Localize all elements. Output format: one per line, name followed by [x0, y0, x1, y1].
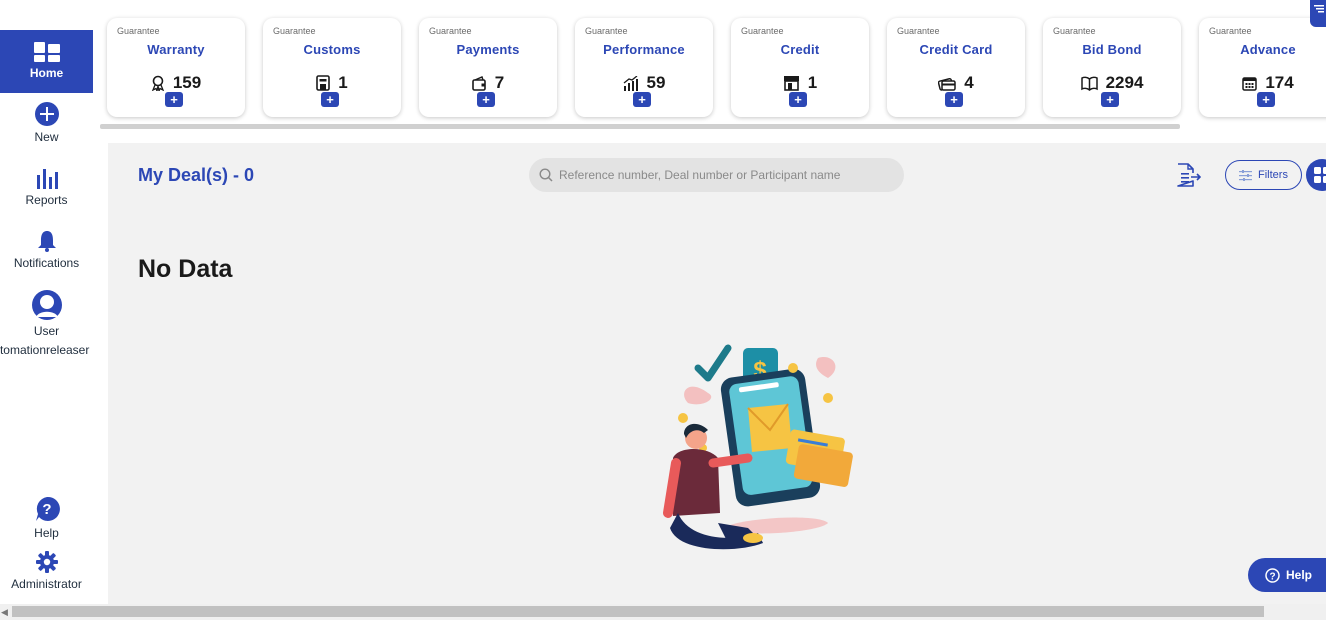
bar-chart-icon: [36, 169, 58, 189]
add-credit-button[interactable]: +: [789, 92, 807, 107]
sidebar-item-label: Home: [29, 66, 64, 80]
card-kind: Guarantee: [117, 26, 160, 36]
menu-toggle-button[interactable]: [1310, 0, 1326, 27]
sidebar-item-label: Help: [34, 526, 59, 540]
card-count: 59: [646, 73, 666, 92]
guarantee-card-credit-card[interactable]: Guarantee Credit Card 4 +: [887, 18, 1025, 117]
card-title: Credit: [780, 42, 820, 57]
card-title: Customs: [303, 42, 361, 57]
card-title: Performance: [603, 42, 685, 57]
username-label: automationreleaser: [0, 343, 90, 357]
add-credit-card-button[interactable]: +: [945, 92, 963, 107]
help-button-label: Help: [1286, 568, 1313, 582]
sidebar-item-label: Notifications: [13, 256, 80, 270]
app-page: Home New Reports Notifications User auto…: [0, 0, 1326, 620]
empty-state-text: No Data: [138, 255, 233, 283]
sidebar-item-user[interactable]: User automationreleaser: [0, 290, 93, 357]
sidebar: Home New Reports Notifications User auto…: [0, 0, 93, 604]
book-icon: [1080, 76, 1098, 91]
award-icon: [151, 75, 164, 91]
guarantee-card-payments[interactable]: Guarantee Payments 7 +: [419, 18, 557, 117]
sidebar-item-administrator[interactable]: Administrator: [0, 551, 93, 591]
guarantee-card-bid-bond[interactable]: Guarantee Bid Bond 2294 +: [1043, 18, 1181, 117]
search-input[interactable]: [559, 158, 889, 192]
sidebar-item-reports[interactable]: Reports: [0, 167, 93, 207]
card-count: 1: [807, 73, 818, 92]
calendar-icon: [1242, 76, 1258, 91]
plus-circle-icon: [34, 102, 59, 126]
wallet-icon: [471, 75, 486, 91]
card-count: 4: [964, 73, 974, 92]
export-icon[interactable]: [1175, 162, 1201, 188]
scroll-left-icon[interactable]: ◀: [1, 607, 8, 618]
card-kind: Guarantee: [897, 26, 940, 36]
card-title: Credit Card: [919, 42, 993, 57]
sidebar-item-label: Reports: [25, 193, 68, 207]
empty-state-illustration: $: [663, 344, 853, 550]
card-kind: Guarantee: [1053, 26, 1096, 36]
card-count: 1: [338, 73, 348, 92]
growth-chart-icon: [623, 75, 638, 91]
sidebar-item-home[interactable]: Home: [0, 30, 93, 93]
help-icon: ?: [35, 496, 60, 521]
filter-icon: [1239, 169, 1253, 181]
guarantee-card-customs[interactable]: Guarantee Customs 1 +: [263, 18, 401, 117]
sidebar-item-label: Administrator: [11, 577, 82, 591]
page-title: My Deal(s) - 0: [138, 165, 255, 185]
user-icon: [31, 290, 62, 320]
add-performance-button[interactable]: +: [633, 92, 651, 107]
cards-icon: [938, 77, 957, 91]
scrollbar-thumb[interactable]: [12, 606, 1264, 617]
horizontal-scrollbar[interactable]: ◀: [0, 604, 1326, 620]
card-count: 2294: [1105, 73, 1144, 92]
add-warranty-button[interactable]: +: [165, 92, 183, 107]
guarantee-card-credit[interactable]: Guarantee Credit 1 +: [731, 18, 869, 117]
card-title: Bid Bond: [1082, 42, 1142, 57]
bell-icon: [37, 231, 56, 252]
store-icon: [783, 76, 799, 91]
card-count: 159: [172, 73, 202, 92]
search-bar[interactable]: [529, 158, 904, 192]
card-kind: Guarantee: [273, 26, 316, 36]
card-kind: Guarantee: [1209, 26, 1252, 36]
home-grid-icon: [33, 42, 60, 62]
guarantee-card-advance[interactable]: Guarantee Advance 174 +: [1199, 18, 1326, 117]
card-kind: Guarantee: [741, 26, 784, 36]
card-kind: Guarantee: [429, 26, 472, 36]
add-payments-button[interactable]: +: [477, 92, 495, 107]
lines-icon: [1314, 5, 1324, 13]
grid-view-icon: [1314, 167, 1326, 183]
guarantee-card-warranty[interactable]: Guarantee Warranty 159 +: [107, 18, 245, 117]
sidebar-item-help[interactable]: ? Help: [0, 496, 93, 540]
card-title: Payments: [456, 42, 520, 57]
cards-scrollbar[interactable]: [100, 124, 1180, 129]
sidebar-item-notifications[interactable]: Notifications: [0, 230, 93, 270]
sidebar-item-new[interactable]: New: [0, 102, 93, 144]
card-kind: Guarantee: [585, 26, 628, 36]
sidebar-item-label: User: [33, 324, 60, 338]
filters-button[interactable]: Filters: [1225, 160, 1302, 190]
deals-panel: My Deal(s) - 0 Filters No Data $: [108, 143, 1326, 604]
filters-label: Filters: [1258, 169, 1288, 181]
svg-text:?: ?: [1269, 571, 1275, 582]
sidebar-item-label: New: [34, 130, 59, 144]
card-title: Advance: [1240, 42, 1296, 57]
add-bid-bond-button[interactable]: +: [1101, 92, 1119, 107]
help-button[interactable]: ? Help: [1248, 558, 1326, 592]
card-title: Warranty: [147, 42, 205, 57]
gear-icon: [35, 551, 58, 573]
card-count: 7: [494, 73, 505, 92]
add-advance-button[interactable]: +: [1257, 92, 1275, 107]
guarantee-card-performance[interactable]: Guarantee Performance 59 +: [575, 18, 713, 117]
help-circle-icon: ?: [1265, 567, 1280, 583]
view-toggle-button[interactable]: [1306, 159, 1326, 191]
building-icon: [316, 75, 331, 91]
add-customs-button[interactable]: +: [321, 92, 339, 107]
svg-text:?: ?: [42, 501, 51, 518]
card-count: 174: [1265, 73, 1294, 92]
search-icon: [539, 168, 553, 182]
